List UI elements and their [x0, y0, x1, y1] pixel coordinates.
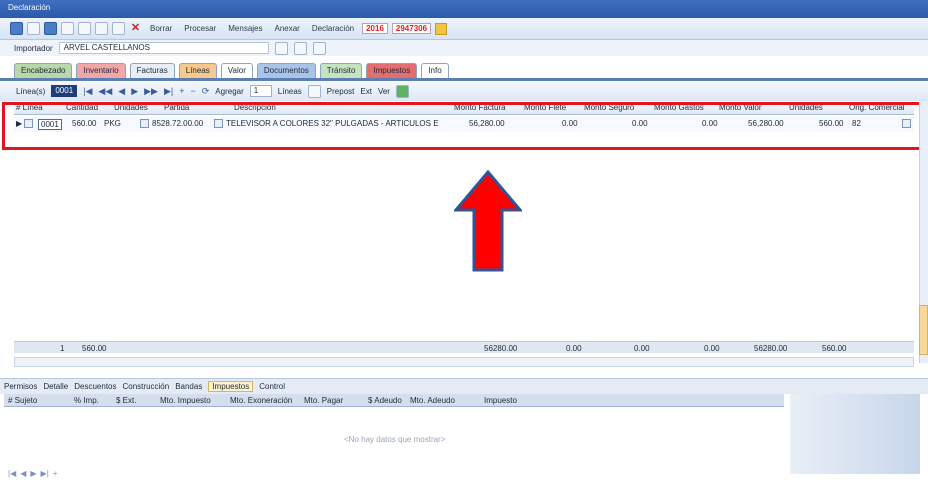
- tab-1[interactable]: Inventario: [76, 63, 126, 78]
- lcol-impuesto[interactable]: Impuesto: [484, 396, 517, 405]
- importer-field[interactable]: ARVEL CASTELLANOS: [58, 42, 269, 54]
- lower-tab-1[interactable]: Detalle: [43, 382, 68, 391]
- lcol-adeudo[interactable]: $ Adeudo: [368, 396, 402, 405]
- lower-tab-5[interactable]: Impuestos: [208, 381, 254, 392]
- total-monto-valor: 56280.00: [754, 344, 788, 353]
- copy-icon[interactable]: [61, 22, 74, 35]
- lcol-mto-adeudo[interactable]: Mto. Adeudo: [410, 396, 455, 405]
- next-record-icon[interactable]: ▶: [131, 86, 138, 97]
- lcol-sujeto[interactable]: # Sujeto: [8, 396, 37, 405]
- total-monto-gastos: 0.00: [704, 344, 720, 353]
- mensajes-button[interactable]: Mensajes: [228, 24, 262, 33]
- main-toolbar: ✕ Borrar Procesar Mensajes Anexar Declar…: [0, 18, 928, 40]
- total-monto-seguro: 0.00: [634, 344, 650, 353]
- ver-button[interactable]: Ver: [378, 87, 390, 96]
- lcol-imp[interactable]: % Imp.: [74, 396, 99, 405]
- lower-side-panel: [790, 394, 920, 474]
- lower-tab-2[interactable]: Descuentos: [74, 382, 116, 391]
- add-record-icon[interactable]: +: [179, 86, 184, 96]
- lcol-mto-impuesto[interactable]: Mto. Impuesto: [160, 396, 211, 405]
- horizontal-scrollbar[interactable]: [14, 357, 914, 367]
- lineas2-label: Líneas: [277, 86, 302, 96]
- lower-tab-6[interactable]: Control: [259, 382, 285, 391]
- lower-tab-3[interactable]: Construcción: [123, 382, 170, 391]
- remove-record-icon[interactable]: −: [190, 86, 195, 96]
- total-cantidad: 560.00: [82, 344, 107, 353]
- tab-4[interactable]: Valor: [220, 63, 253, 78]
- lineas-label: Línea(s): [16, 86, 46, 96]
- tab-2[interactable]: Facturas: [129, 63, 175, 78]
- record-indicator: 0001: [51, 85, 78, 97]
- total-monto-flete: 0.00: [566, 344, 582, 353]
- declaracion-label: Declaración: [311, 24, 355, 33]
- agregar-input[interactable]: 1: [249, 85, 272, 97]
- detail-icon[interactable]: [312, 41, 326, 55]
- declaracion-year: 2016: [362, 23, 388, 34]
- lower-tab-0[interactable]: Permisos: [4, 382, 37, 391]
- total-monto-factura: 56280.00: [484, 344, 518, 353]
- totals-row: 1 560.00 56280.00 0.00 0.00 0.00 56280.0…: [14, 341, 914, 353]
- lines-icon[interactable]: [307, 84, 321, 98]
- preview-icon[interactable]: [112, 22, 125, 35]
- tab-3[interactable]: Líneas: [178, 63, 217, 78]
- window-titlebar: Declaración: [0, 0, 928, 18]
- tab-7[interactable]: Impuestos: [366, 63, 418, 78]
- borrar-button[interactable]: Borrar: [150, 24, 172, 33]
- last-record-icon[interactable]: ▶|: [164, 86, 173, 97]
- prepost-button[interactable]: Prepost: [327, 87, 355, 96]
- window-title: Declaración: [8, 3, 51, 12]
- new-icon[interactable]: [10, 22, 23, 35]
- importer-label: Importador: [14, 43, 53, 53]
- lower-tabs: Permisos Detalle Descuentos Construcción Ban…: [0, 378, 928, 394]
- highlight-box: [2, 102, 926, 150]
- empty-message: <No hay datos que mostrar>: [344, 435, 446, 444]
- prev-record-icon[interactable]: ◀: [118, 86, 125, 97]
- lcol-ext[interactable]: $ Ext.: [116, 396, 136, 405]
- agregar-label: Agregar: [215, 86, 244, 96]
- excel-icon[interactable]: [395, 84, 409, 98]
- lower-grid-header: # Sujeto % Imp. $ Ext. Mto. Impuesto Mto…: [4, 394, 784, 407]
- tab-0[interactable]: Encabezado: [14, 63, 73, 78]
- lcol-mto-exoneracion[interactable]: Mto. Exoneración: [230, 396, 292, 405]
- lower-grid-body: <No hay datos que mostrar>: [4, 407, 784, 467]
- arrow-shape: [454, 170, 522, 272]
- next-page-icon[interactable]: ▶▶: [144, 86, 158, 97]
- save-icon[interactable]: [44, 22, 57, 35]
- paste-icon[interactable]: [78, 22, 91, 35]
- lower-add-icon[interactable]: +: [53, 469, 58, 478]
- lower-navigator: |◀ ◀ ▶ ▶| +: [4, 468, 784, 478]
- refresh-nav-icon[interactable]: ⟳: [202, 86, 210, 97]
- open-icon[interactable]: [27, 22, 40, 35]
- lower-next-icon[interactable]: ▶: [30, 469, 36, 478]
- lower-first-icon[interactable]: |◀: [8, 469, 16, 478]
- tab-5[interactable]: Documentos: [256, 63, 316, 78]
- importer-row: Importador ARVEL CASTELLANOS: [0, 40, 928, 56]
- procesar-button[interactable]: Procesar: [184, 24, 216, 33]
- anexar-button[interactable]: Anexar: [275, 24, 300, 33]
- main-tabs: Encabezado Inventario Facturas Líneas Valor D…: [14, 63, 449, 79]
- up-arrow-annotation: [454, 170, 522, 272]
- lower-tab-4[interactable]: Bandas: [175, 382, 202, 391]
- total-count: 1: [60, 344, 65, 353]
- folder-icon[interactable]: [435, 22, 448, 35]
- refresh-icon[interactable]: [293, 41, 307, 55]
- tab-6[interactable]: Tránsito: [319, 63, 363, 78]
- print-icon[interactable]: [95, 22, 108, 35]
- lcol-mto-pagar[interactable]: Mto. Pagar: [304, 396, 343, 405]
- first-record-icon[interactable]: |◀: [83, 86, 92, 97]
- ext-button[interactable]: Ext: [360, 87, 372, 96]
- prev-page-icon[interactable]: ◀◀: [98, 86, 112, 97]
- lower-prev-icon[interactable]: ◀: [20, 469, 26, 478]
- delete-icon[interactable]: ✕: [129, 22, 142, 35]
- navigator-bar: Línea(s) 0001 |◀ ◀◀ ◀ ▶ ▶▶ ▶| + − ⟳ Agre…: [0, 81, 928, 101]
- lower-last-icon[interactable]: ▶|: [41, 469, 49, 478]
- side-panel-tab[interactable]: [919, 305, 928, 355]
- declaracion-number: 2947306: [391, 23, 432, 34]
- tab-8[interactable]: Info: [421, 63, 449, 78]
- lookup-icon[interactable]: [274, 41, 288, 55]
- total-unidades: 560.00: [822, 344, 847, 353]
